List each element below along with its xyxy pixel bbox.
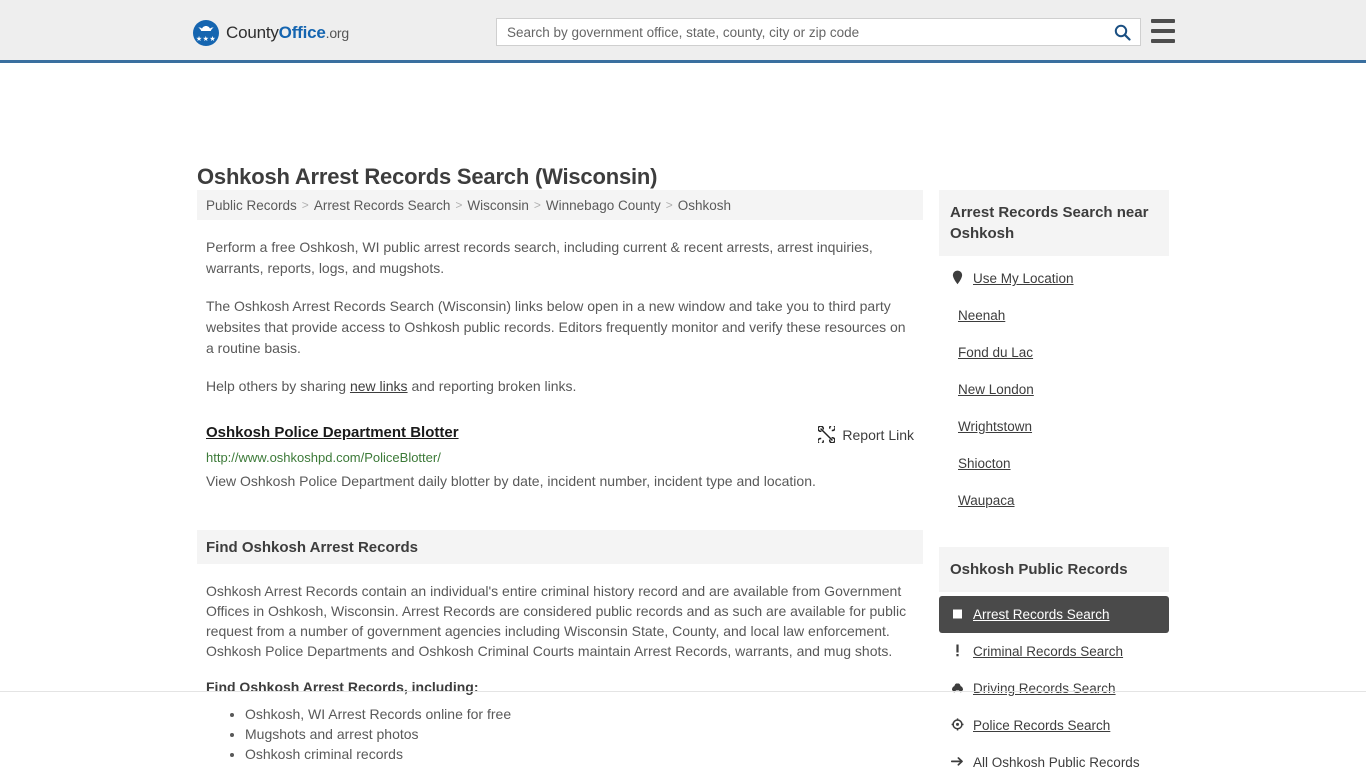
hamburger-bar-1 [1151,19,1175,23]
find-section-subheading: Find Oshkosh Arrest Records, including: [206,679,479,695]
hamburger-bar-3 [1151,39,1175,43]
page-body: Oshkosh Arrest Records Search (Wisconsin… [0,63,1366,768]
car-icon [950,680,965,695]
find-section-list: Oshkosh, WI Arrest Records online for fr… [197,704,923,768]
breadcrumb: Public Records > Arrest Records Search > Wis… [197,190,923,220]
map-pin-icon [950,270,965,285]
sidebar-item-label: New London [958,382,1034,397]
brand-text: CountyOffice.org [226,23,349,43]
brand-part-county: County [226,23,279,42]
hamburger-menu-button[interactable] [1151,19,1175,43]
sidebar-item-all-oshkosh-public-records-wisconsin[interactable]: All Oshkosh Public Records (Wisconsin) [939,744,1169,768]
sidebar-item-use-my-location[interactable]: Use My Location [939,260,1169,297]
find-list-item: Criminal background checks [245,764,923,768]
share-text-after: and reporting broken links. [407,378,577,394]
sidebar-item-label: Shiocton [958,456,1011,471]
square-icon [950,606,965,621]
sidebar-item-waupaca[interactable]: Waupaca [939,482,1169,519]
broken-link-icon [818,426,836,443]
breadcrumb-item[interactable]: Public Records [206,198,297,213]
sidebar-item-wrightstown[interactable]: Wrightstown [939,408,1169,445]
county-office-logo-icon: ★★★ [193,20,219,46]
sidebar-item-police-records-search[interactable]: Police Records Search [939,707,1169,744]
brand-part-org: .org [325,25,350,41]
sidebar-item-label: Arrest Records Search [973,607,1110,622]
sidebar-item-label: Neenah [958,308,1006,323]
site-logo-link[interactable]: ★★★ CountyOffice.org [193,20,349,46]
hamburger-bar-2 [1151,29,1175,33]
site-header: ★★★ CountyOffice.org [0,0,1366,63]
police-badge-icon [950,717,965,732]
sidebar-item-label: Waupaca [958,493,1015,508]
intro-paragraph-3: Help others by sharing new links and rep… [197,376,923,397]
result-description: View Oshkosh Police Department daily blo… [206,473,816,489]
sidebar-item-arrest-records-search[interactable]: Arrest Records Search [939,596,1169,633]
sidebar-item-label: Driving Records Search [973,681,1116,696]
logo-stars-icon: ★★★ [195,36,217,43]
breadcrumb-separator: > [533,198,541,212]
sidebar-item-label: Wrightstown [958,419,1033,434]
find-list-item: Mugshots and arrest photos [245,724,923,744]
arrow-right-icon [950,754,965,768]
breadcrumb-separator: > [455,198,463,212]
find-list-item: Oshkosh criminal records [245,744,923,764]
breadcrumb-item[interactable]: Arrest Records Search [314,198,451,213]
result-title-link[interactable]: Oshkosh Police Department Blotter [206,424,459,441]
new-links-link[interactable]: new links [350,378,408,394]
find-section-heading: Find Oshkosh Arrest Records [197,530,923,564]
exclamation-icon [950,643,965,658]
intro-paragraph-2: The Oshkosh Arrest Records Search (Wisco… [206,298,906,356]
result-url-link[interactable]: http://www.oshkoshpd.com/PoliceBlotter/ [206,450,914,465]
search-bar[interactable] [496,18,1141,46]
brand-part-office: Office [278,23,326,42]
main-content-column: Public Records > Arrest Records Search > Wis… [197,190,923,768]
sidebar-item-shiocton[interactable]: Shiocton [939,445,1169,482]
sidebar-near-list: Use My Location Neenah Fond du Lac New Lond… [939,260,1169,519]
report-link-button[interactable]: Report Link [818,426,914,443]
breadcrumb-item[interactable]: Wisconsin [467,198,529,213]
sidebar-records-list: Arrest Records Search Criminal Records Se… [939,596,1169,768]
sidebar-records-heading: Oshkosh Public Records [939,547,1169,592]
sidebar-item-label: Use My Location [973,271,1074,286]
sidebar-item-neenah[interactable]: Neenah [939,297,1169,334]
search-icon [1114,24,1131,41]
sidebar-item-label: Police Records Search [973,718,1111,733]
breadcrumb-item[interactable]: Winnebago County [546,198,661,213]
page-bottom-divider [0,691,1366,692]
sidebar-item-fond-du-lac[interactable]: Fond du Lac [939,334,1169,371]
breadcrumb-item[interactable]: Oshkosh [678,198,731,213]
sidebar: Arrest Records Search near Oshkosh Use M… [939,190,1169,768]
intro-paragraph-1: Perform a free Oshkosh, WI public arrest… [206,239,873,276]
search-input[interactable] [497,19,1104,45]
search-button[interactable] [1104,19,1140,45]
sidebar-item-criminal-records-search[interactable]: Criminal Records Search [939,633,1169,670]
share-text-before: Help others by sharing [206,378,350,394]
sidebar-item-driving-records-search[interactable]: Driving Records Search [939,670,1169,707]
find-section-body: Oshkosh Arrest Records contain an indivi… [206,583,907,659]
breadcrumb-separator: > [301,198,309,212]
breadcrumb-separator: > [665,198,673,212]
sidebar-near-heading: Arrest Records Search near Oshkosh [939,190,1169,256]
sidebar-item-label: Criminal Records Search [973,644,1124,659]
sidebar-item-label: Fond du Lac [958,345,1034,360]
sidebar-item-new-london[interactable]: New London [939,371,1169,408]
report-link-label: Report Link [842,426,914,443]
sidebar-item-label: All Oshkosh Public Records (Wisconsin) [973,755,1140,768]
page-title: Oshkosh Arrest Records Search (Wisconsin… [197,163,658,189]
find-list-item: Oshkosh, WI Arrest Records online for fr… [245,704,923,724]
result-item: Oshkosh Police Department Blotter Report… [197,424,923,492]
